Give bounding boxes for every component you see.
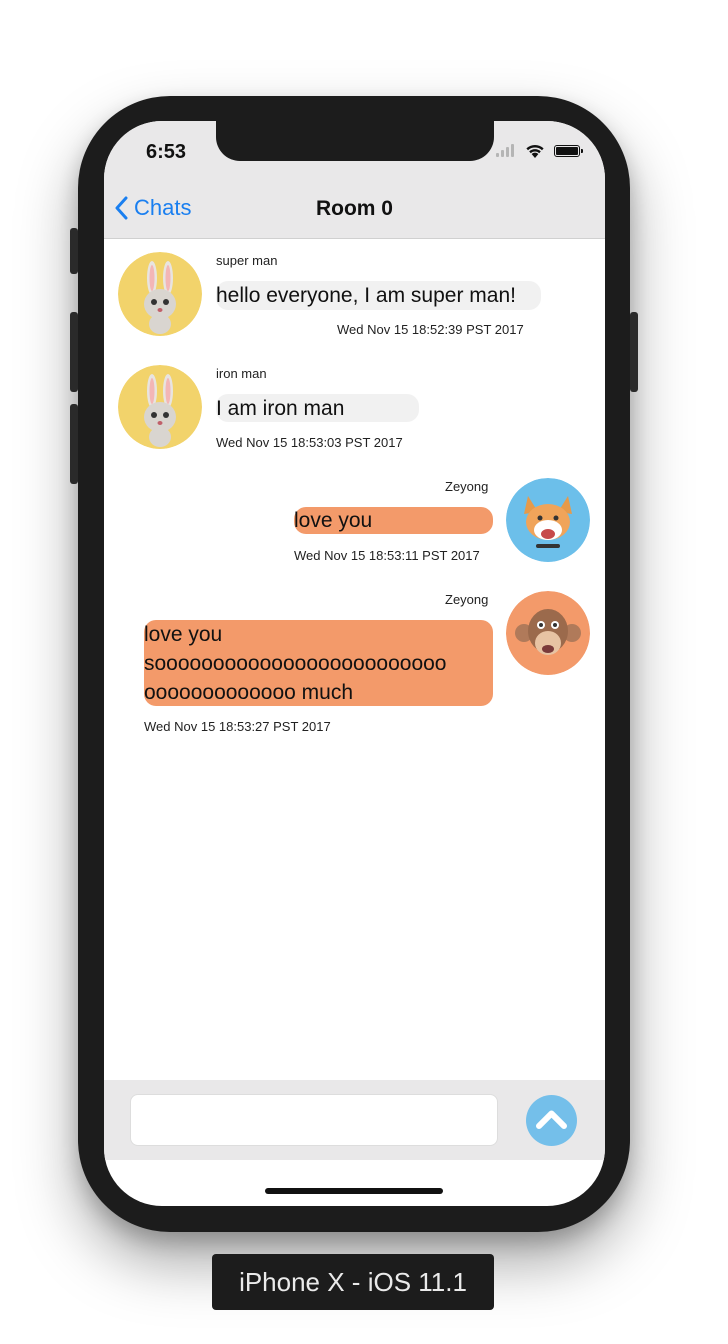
message-line: sooooooooooooooooooooooooo	[144, 652, 447, 675]
composer-bar	[104, 1080, 605, 1160]
message-timestamp: Wed Nov 15 18:53:11 PST 2017	[294, 548, 480, 563]
message-input[interactable]	[130, 1094, 498, 1146]
dog-avatar[interactable]	[506, 478, 590, 562]
notch	[216, 121, 494, 161]
message-timestamp: Wed Nov 15 18:53:03 PST 2017	[216, 435, 403, 450]
volume-up-button	[70, 312, 78, 392]
phone-screen: 6:53 Chats Room 0 super man hello everyo…	[104, 121, 605, 1206]
message-bubble[interactable]: I am iron man	[216, 394, 419, 422]
rabbit-avatar[interactable]	[118, 252, 202, 336]
monkey-avatar[interactable]	[506, 591, 590, 675]
rabbit-avatar[interactable]	[118, 365, 202, 449]
sender-name: iron man	[216, 366, 267, 381]
status-time: 6:53	[146, 141, 187, 163]
send-button[interactable]	[526, 1095, 577, 1146]
message-line: love you	[144, 623, 223, 646]
message-line: ooooooooooooo much	[144, 681, 354, 704]
sender-name: Zeyong	[445, 592, 489, 607]
message-timestamp: Wed Nov 15 18:53:27 PST 2017	[144, 719, 331, 734]
battery-icon	[554, 145, 583, 157]
volume-down-button	[70, 404, 78, 484]
power-button	[630, 312, 638, 392]
message-timestamp: Wed Nov 15 18:52:39 PST 2017	[337, 322, 524, 337]
message-bubble[interactable]: love you sooooooooooooooooooooooooo oooo…	[144, 620, 493, 706]
cellular-signal-icon	[496, 144, 514, 157]
navigation-bar: Chats Room 0	[104, 181, 605, 239]
message-bubble[interactable]: love you	[294, 507, 493, 534]
sender-name: Zeyong	[445, 479, 489, 494]
mute-switch	[70, 228, 78, 274]
chevron-up-icon	[536, 1110, 567, 1129]
sender-name: super man	[216, 253, 278, 268]
page-title: Room 0	[315, 197, 393, 220]
device-label: iPhone X - iOS 11.1	[212, 1254, 494, 1310]
home-indicator[interactable]	[265, 1188, 443, 1194]
message-bubble[interactable]: hello everyone, I am super man!	[216, 281, 541, 310]
wifi-icon	[526, 144, 544, 158]
